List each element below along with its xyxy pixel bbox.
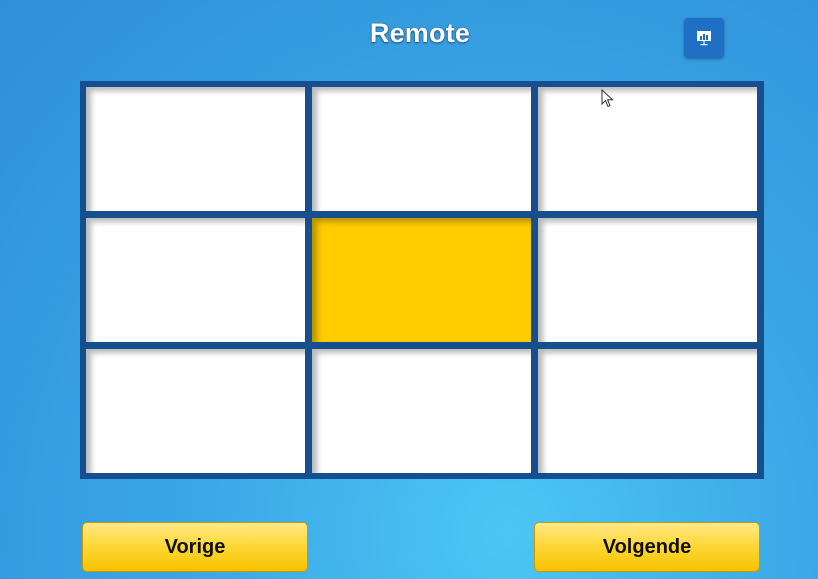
- previous-button[interactable]: Vorige: [82, 522, 308, 572]
- grid-cell-1[interactable]: [86, 87, 305, 211]
- grid-cell-3[interactable]: [538, 87, 757, 211]
- grid-cell-5-selected[interactable]: [312, 218, 531, 342]
- presentation-button[interactable]: [684, 18, 724, 58]
- grid-cell-9[interactable]: [538, 349, 757, 473]
- grid-cell-4[interactable]: [86, 218, 305, 342]
- presentation-screen-icon: [697, 31, 711, 46]
- grid-cell-8[interactable]: [312, 349, 531, 473]
- next-button[interactable]: Volgende: [534, 522, 760, 572]
- grid-cell-6[interactable]: [538, 218, 757, 342]
- remote-grid: [80, 81, 764, 479]
- grid-cell-7[interactable]: [86, 349, 305, 473]
- mouse-cursor-icon: [601, 89, 614, 108]
- grid-cell-2[interactable]: [312, 87, 531, 211]
